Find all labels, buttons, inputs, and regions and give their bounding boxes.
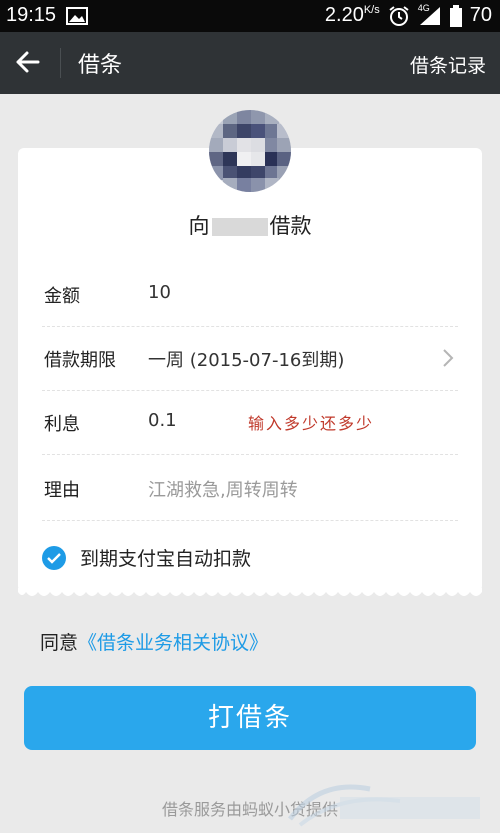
borrow-from-title: 向借款 (188, 214, 312, 238)
avatar (209, 110, 291, 192)
interest-input[interactable]: 0.1 (148, 410, 177, 431)
amount-row[interactable]: 金额 10 (42, 262, 458, 327)
arrow-left-icon (14, 51, 42, 80)
blurred-name (211, 218, 268, 236)
create-iou-button[interactable]: 打借条 (24, 686, 476, 750)
card-torn-edge (18, 588, 482, 596)
reason-label: 理由 (44, 480, 80, 501)
watermark-logo-icon (288, 784, 480, 827)
agreement-prefix: 同意 (40, 632, 79, 654)
back-button[interactable] (14, 48, 46, 78)
auto-debit-label: 到期支付宝自动扣款 (80, 548, 252, 570)
nav-bar: 借条 借条记录 (0, 32, 500, 94)
reason-row[interactable]: 理由 江湖救急,周转周转 (42, 456, 458, 521)
page-title: 借条 (78, 53, 123, 78)
agreement-line: 同意《借条业务相关协议》 (40, 628, 268, 655)
term-value[interactable]: 一周 (2015-07-16到期) (148, 346, 344, 372)
signal-icon: 4G (418, 3, 442, 27)
amount-input[interactable]: 10 (148, 282, 171, 303)
term-row[interactable]: 借款期限 一周 (2015-07-16到期) (42, 326, 458, 391)
term-label: 借款期限 (44, 350, 116, 371)
agreement-link[interactable]: 《借条业务相关协议》 (78, 632, 268, 654)
interest-row[interactable]: 利息 0.1 输入多少还多少 (42, 390, 458, 455)
battery-icon (449, 4, 462, 27)
interest-label: 利息 (44, 414, 80, 435)
loan-card: 向借款 金额 10 借款期限 一周 (2015-07-16到期) 利息 0.1 … (18, 110, 482, 592)
alarm-icon (388, 5, 410, 27)
interest-annotation: 输入多少还多少 (248, 414, 375, 433)
battery-level: 70 (469, 4, 492, 26)
checkmark-icon (42, 545, 66, 570)
auto-debit-checkbox[interactable]: 到期支付宝自动扣款 (42, 544, 251, 571)
chevron-right-icon (442, 348, 454, 372)
status-bar: 19:15 2.20K/s 4G 70 (0, 0, 500, 32)
image-notification-icon (66, 6, 89, 25)
network-speed: 2.20K/s (324, 4, 380, 26)
status-time: 19:15 (6, 4, 57, 26)
reason-input[interactable]: 江湖救急,周转周转 (148, 476, 298, 502)
loan-record-link[interactable]: 借条记录 (410, 51, 486, 78)
nav-divider (60, 48, 61, 78)
amount-label: 金额 (44, 286, 80, 307)
